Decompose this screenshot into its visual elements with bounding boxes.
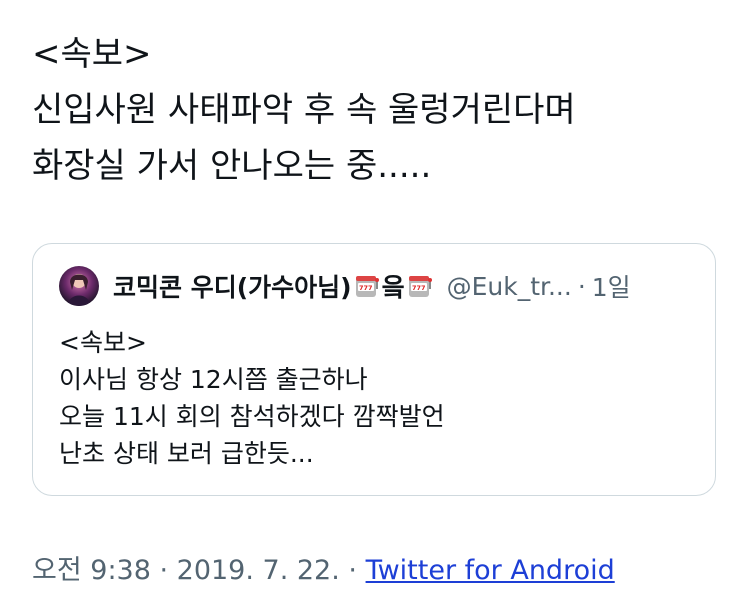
tweet-text: <속보> 신입사원 사태파악 후 속 울렁거린다며 화장실 가서 안나오는 중.… [32, 26, 722, 194]
quoted-line: 이사님 항상 12시쯤 출근하나 [59, 365, 368, 394]
tweet-timestamp[interactable]: 오전 9:38 · 2019. 7. 22. · [32, 555, 366, 586]
slot-machine-icon: 777 [406, 272, 434, 300]
svg-text:777: 777 [412, 284, 426, 292]
quoted-tweet-header: 코믹콘 우디(가수아님) 777 읔 777 @Euk_tr... · 1일 [59, 266, 631, 306]
user-avatar[interactable] [59, 266, 99, 306]
tweet-line: 신입사원 사태파악 후 속 울렁거린다며 [32, 90, 576, 130]
quoted-name-suffix: 읔 [381, 273, 405, 302]
tweet-source-link[interactable]: Twitter for Android [366, 555, 615, 586]
tweet-meta: 오전 9:38 · 2019. 7. 22. · Twitter for And… [32, 548, 615, 587]
separator-dot: · [577, 271, 586, 301]
quoted-time-ago[interactable]: 1일 [592, 268, 631, 304]
slot-machine-icon: 777 [353, 272, 381, 300]
quoted-line: 오늘 11시 회의 참석하겠다 깜짝발언 [59, 402, 445, 431]
quoted-handle[interactable]: @Euk_tr... [447, 272, 572, 301]
quoted-line: <속보> [59, 328, 147, 357]
tweet-line: 화장실 가서 안나오는 중..... [32, 146, 432, 186]
quoted-display-name[interactable]: 코믹콘 우디(가수아님) [113, 268, 352, 304]
quoted-line: 난초 상태 보러 급한듯... [59, 439, 314, 468]
quoted-tweet-body: <속보> 이사님 항상 12시쯤 출근하나 오늘 11시 회의 참석하겠다 깜짝… [59, 324, 445, 472]
svg-text:777: 777 [359, 284, 373, 292]
tweet-line: <속보> [32, 34, 152, 74]
quoted-tweet-card[interactable]: 코믹콘 우디(가수아님) 777 읔 777 @Euk_tr... · 1일 <… [32, 243, 716, 496]
